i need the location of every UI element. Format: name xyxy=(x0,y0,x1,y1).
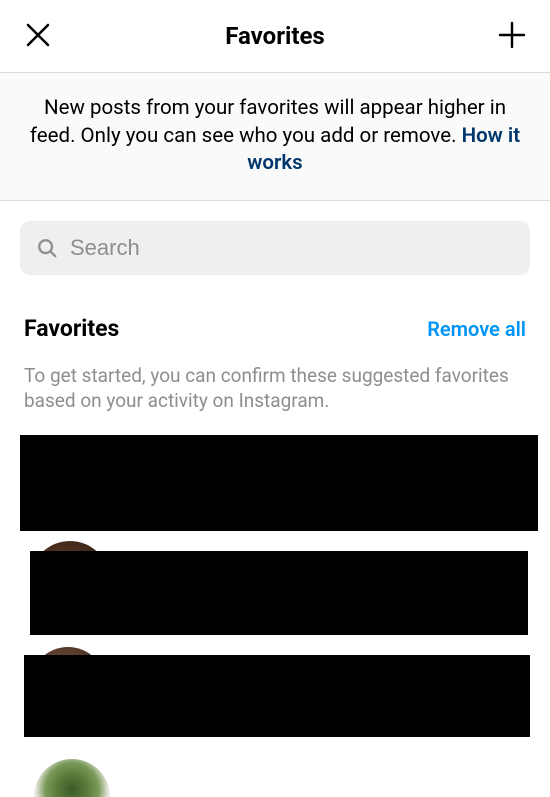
close-icon xyxy=(23,20,53,53)
add-button[interactable] xyxy=(494,18,530,54)
search-icon xyxy=(36,237,58,259)
search-bar[interactable] xyxy=(20,221,530,275)
favorites-list xyxy=(20,435,530,797)
list-item[interactable] xyxy=(20,549,530,637)
remove-all-link[interactable]: Remove all xyxy=(427,317,526,341)
header: Favorites xyxy=(0,0,550,73)
content: Favorites Remove all To get started, you… xyxy=(0,201,550,797)
banner-text: New posts from your favorites will appea… xyxy=(28,95,522,178)
redacted-content xyxy=(30,551,528,635)
list-item[interactable] xyxy=(20,435,538,531)
redacted-content xyxy=(24,655,530,737)
banner-text-body: New posts from your favorites will appea… xyxy=(30,96,506,148)
plus-icon xyxy=(496,19,528,54)
list-item[interactable] xyxy=(20,653,530,737)
search-input[interactable] xyxy=(70,235,514,261)
info-banner: New posts from your favorites will appea… xyxy=(0,73,550,201)
close-button[interactable] xyxy=(20,18,56,54)
section-header: Favorites Remove all xyxy=(20,315,530,342)
section-description: To get started, you can confirm these su… xyxy=(20,364,530,413)
page-title: Favorites xyxy=(225,22,325,50)
section-title: Favorites xyxy=(24,315,119,342)
avatar xyxy=(34,759,110,797)
